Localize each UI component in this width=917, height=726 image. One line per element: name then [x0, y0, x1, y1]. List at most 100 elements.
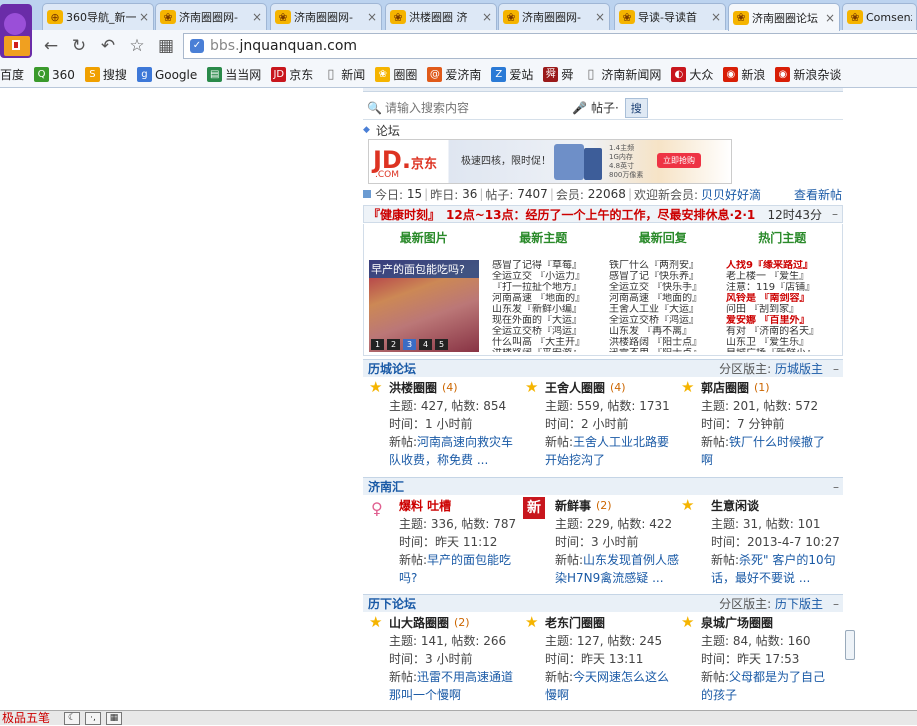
topic-link[interactable]: 河南高速 『地面的』: [492, 293, 604, 304]
latest-post-link[interactable]: 早产的面包能吃: [427, 553, 511, 567]
collapse-icon[interactable]: –: [832, 207, 838, 221]
latest-post-link-cont[interactable]: 话，最好不要说 ...: [711, 571, 810, 585]
portal-tab[interactable]: 最新图片: [400, 229, 448, 246]
featured-image[interactable]: 早产的面包能吃吗? 12345: [369, 260, 479, 352]
topic-link[interactable]: 问田 『刮到家』: [726, 304, 838, 315]
close-tab-icon[interactable]: ×: [595, 10, 605, 24]
section-title[interactable]: 历城论坛: [368, 360, 416, 377]
latest-post-link-cont[interactable]: 慢啊: [545, 688, 569, 702]
bookmark-item[interactable]: ◉ 新浪杂谈: [775, 66, 841, 83]
ticker-tag[interactable]: 『健康时刻』: [368, 206, 440, 222]
close-tab-icon[interactable]: ×: [482, 10, 492, 24]
bookmark-star-icon[interactable]: ☆: [126, 35, 148, 57]
bookmark-item[interactable]: ◐ 大众: [671, 66, 713, 83]
board-name-link[interactable]: 生意闲谈: [711, 497, 759, 515]
browser-tab[interactable]: ❀ 导读-导读首 ×: [614, 3, 726, 30]
latest-post-link-cont[interactable]: 队收费，称免费 ...: [389, 453, 488, 467]
address-bar[interactable]: ✓ bbs.jnquanquan.com: [183, 33, 917, 59]
search-type-select[interactable]: 帖子·: [591, 99, 619, 116]
latest-post-link[interactable]: 杀死" 客户的10句: [739, 553, 836, 567]
browser-tab[interactable]: ❀ 济南圈圈网- ×: [498, 3, 610, 30]
portal-tab[interactable]: 热门主题: [758, 229, 806, 246]
collapse-icon[interactable]: –: [833, 362, 839, 376]
latest-post-link[interactable]: 铁厂什么时候撤了: [729, 435, 825, 449]
back-icon[interactable]: ←: [40, 35, 62, 57]
slide-page-button[interactable]: 3: [403, 339, 416, 350]
bookmark-item[interactable]: ▤ 当当网: [207, 66, 261, 83]
portal-tab[interactable]: 最新回复: [639, 229, 687, 246]
topic-link[interactable]: 河南高速 『地面的』: [609, 293, 721, 304]
latest-post-link-cont[interactable]: 的孩子: [701, 688, 737, 702]
reload-icon[interactable]: ↻: [68, 35, 90, 57]
topic-link[interactable]: 什么叫高 『大主开』: [492, 337, 604, 348]
topic-link[interactable]: 泉城广场『新鲜小』: [726, 348, 838, 352]
ime-punct-icon[interactable]: ·,: [85, 712, 101, 725]
topic-link[interactable]: 全运立交桥『鸿运』: [492, 326, 604, 337]
latest-post-link[interactable]: 山东发现首例人感: [583, 553, 679, 567]
board-name-link[interactable]: 老东门圈圈: [545, 614, 605, 632]
topic-link[interactable]: 人找9『缘来路过』: [726, 260, 838, 271]
bookmark-item[interactable]: @ 爱济南: [427, 66, 481, 83]
latest-post-link[interactable]: 今天网速怎么这么: [573, 670, 669, 684]
latest-post-link[interactable]: 河南高速向救灾车: [417, 435, 513, 449]
close-tab-icon[interactable]: ×: [825, 11, 835, 25]
bookmark-item[interactable]: S 搜搜: [84, 66, 127, 83]
browser-tab[interactable]: ❀ 洪楼圈圈 济 ×: [385, 3, 497, 30]
topic-link[interactable]: 全运立交桥『鸿运』: [609, 315, 721, 326]
slide-page-button[interactable]: 5: [435, 339, 448, 350]
topic-link[interactable]: 山东卫 『爱生乐』: [726, 337, 838, 348]
slide-page-button[interactable]: 2: [387, 339, 400, 350]
board-name-link[interactable]: 爆料 吐槽: [399, 497, 451, 515]
collapse-icon[interactable]: –: [833, 480, 839, 494]
latest-post-link-cont[interactable]: 开始挖沟了: [545, 453, 605, 467]
ime-keyboard-icon[interactable]: ▦: [106, 712, 122, 725]
topic-link[interactable]: 洪楼路阔『平安游』: [492, 348, 604, 352]
bookmark-item[interactable]: 百度: [0, 66, 24, 83]
section-title[interactable]: 历下论坛: [368, 595, 416, 612]
slide-page-button[interactable]: 1: [371, 339, 384, 350]
board-name-link[interactable]: 泉城广场圈圈: [701, 614, 773, 632]
bookmark-item[interactable]: g Google: [136, 67, 197, 82]
topic-link[interactable]: 全运立交 『快乐手』: [609, 282, 721, 293]
address-url[interactable]: bbs.jnquanquan.com: [210, 38, 357, 54]
bookmark-item[interactable]: Q 360: [34, 67, 75, 82]
topic-link[interactable]: 山东发 『再不离』: [609, 326, 721, 337]
browser-tab[interactable]: ❀ Comsenz: [842, 3, 917, 30]
moderator-link[interactable]: 历城版主: [775, 362, 823, 376]
bookmark-item[interactable]: JD 京东: [271, 66, 313, 83]
page-scroll-thumb[interactable]: [845, 630, 855, 660]
topic-link[interactable]: 老上楼一 『爱生』: [726, 271, 838, 282]
featured-image-caption[interactable]: 早产的面包能吃吗?: [369, 260, 479, 278]
topic-link[interactable]: 爱安娜 『百里外』: [726, 315, 838, 326]
topic-link[interactable]: 感冒了记『快乐养』: [609, 271, 721, 282]
topic-link[interactable]: 全运立交 『小运力』: [492, 271, 604, 282]
latest-post-link-cont[interactable]: 染H7N9禽流感疑 ...: [555, 571, 664, 585]
latest-post-link[interactable]: 迅雷不用高速通道: [417, 670, 513, 684]
bookmark-item[interactable]: ◉ 新浪: [723, 66, 765, 83]
section-title[interactable]: 济南汇: [368, 478, 404, 495]
close-tab-icon[interactable]: ×: [711, 10, 721, 24]
new-member-link[interactable]: 贝贝好好滴: [701, 186, 761, 203]
topic-link[interactable]: 洪楼路阔 『阳士点』: [609, 337, 721, 348]
moderator-link[interactable]: 历下版主: [775, 597, 823, 611]
undo-icon[interactable]: ↶: [97, 35, 119, 57]
browser-tab[interactable]: ❀ 济南圈圈论坛 ×: [728, 3, 840, 31]
bookmark-item[interactable]: ▯ 济南新闻网: [583, 66, 661, 83]
board-name-link[interactable]: 王舍人圈圈: [545, 379, 605, 397]
topic-link[interactable]: 山东发『新鲜小编』: [492, 304, 604, 315]
view-new-posts-link[interactable]: 查看新帖: [794, 186, 842, 203]
bookmark-item[interactable]: ❀ 圈圈: [375, 66, 417, 83]
topic-link[interactable]: 迅雷不用 『阳士点』: [609, 348, 721, 352]
topic-link[interactable]: 有对 『济南的名天』: [726, 326, 838, 337]
topic-link[interactable]: 风铃是 『南剑容』: [726, 293, 838, 304]
latest-post-link[interactable]: 父母都是为了自己: [729, 670, 825, 684]
home-icon[interactable]: ◆: [363, 125, 370, 135]
jd-advertisement-banner[interactable]: JD.京东 .COM 极速四核，限时促！ 1.4主频 1G内存 4.8英寸 800万像…: [368, 139, 732, 184]
board-name-link[interactable]: 郭店圈圈: [701, 379, 749, 397]
browser-tab[interactable]: ⊕ 360导航_新一 ×: [42, 3, 154, 30]
topic-link[interactable]: 现在外面的『大运』: [492, 315, 604, 326]
portal-tab[interactable]: 最新主题: [519, 229, 567, 246]
latest-post-link-cont[interactable]: 那叫一个慢啊: [389, 688, 461, 702]
board-name-link[interactable]: 洪楼圈圈: [389, 379, 437, 397]
ticker-text[interactable]: 12点~13点：经历了一个上午的工作，尽最安排休息·2·1: [446, 206, 755, 222]
